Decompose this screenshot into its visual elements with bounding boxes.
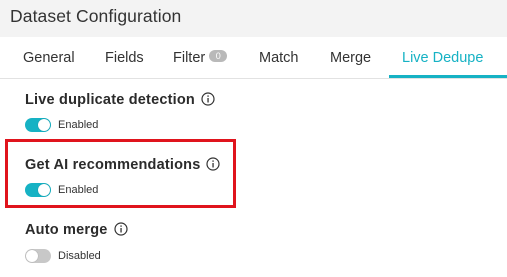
filter-count-badge: 0: [209, 50, 228, 62]
active-tab-indicator: [389, 75, 507, 78]
tab-bar: General Fields Filter 0 Match Merge Live …: [0, 37, 507, 79]
tab-match[interactable]: Match: [259, 50, 299, 66]
live-duplicate-detection-title: Live duplicate detection: [25, 92, 215, 108]
toggle-knob: [38, 119, 50, 131]
info-icon[interactable]: [113, 222, 128, 236]
auto-merge-title: Auto merge: [25, 222, 128, 238]
toggle-knob: [26, 250, 38, 262]
auto-merge-toggle[interactable]: [25, 249, 51, 263]
info-icon[interactable]: [201, 92, 215, 106]
tab-live-dedupe[interactable]: Live Dedupe: [402, 50, 483, 66]
auto-merge-state: Disabled: [58, 250, 101, 262]
page-title: Dataset Configuration: [10, 6, 182, 26]
setting-label: Auto merge: [25, 222, 108, 238]
tab-merge[interactable]: Merge: [330, 50, 371, 66]
live-duplicate-detection-state: Enabled: [58, 119, 99, 131]
tab-fields[interactable]: Fields: [105, 50, 144, 66]
tab-general[interactable]: General: [23, 50, 75, 66]
tab-filter-label: Filter: [173, 50, 206, 66]
tab-filter[interactable]: Filter 0: [173, 50, 228, 66]
page-header: Dataset Configuration: [0, 0, 507, 37]
setting-label: Live duplicate detection: [25, 92, 195, 108]
highlight-box: [5, 139, 236, 208]
live-duplicate-detection-toggle[interactable]: [25, 118, 51, 132]
